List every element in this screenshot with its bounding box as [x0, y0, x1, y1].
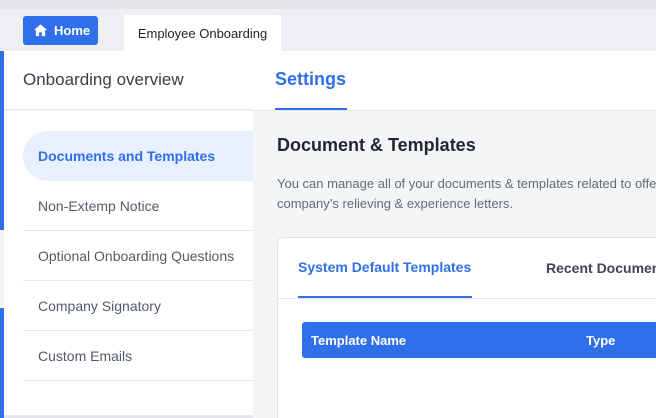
home-icon — [33, 23, 48, 38]
onboarding-overview-header: Onboarding overview — [4, 51, 253, 110]
page-title: Onboarding overview — [23, 70, 184, 89]
column-header-template-name[interactable]: Template Name — [311, 322, 406, 358]
sidebar-item-custom-emails[interactable]: Custom Emails — [23, 331, 253, 381]
section-description: You can manage all of your documents & t… — [277, 176, 656, 211]
home-button[interactable]: Home — [23, 16, 98, 45]
sidebar-item-label: Non-Extemp Notice — [38, 197, 160, 214]
tab-label: Recent Documents — [546, 260, 656, 276]
tab-divider — [278, 298, 656, 299]
sidebar-item-company-signatory[interactable]: Company Signatory — [23, 281, 253, 331]
top-bar-divider — [0, 0, 656, 9]
sidebar-item-label: Company Signatory — [38, 297, 161, 314]
tab-settings[interactable]: Settings — [275, 51, 348, 110]
settings-sidebar: Documents and Templates Non-Extemp Notic… — [4, 111, 253, 418]
sidebar-item-label: Custom Emails — [38, 347, 133, 364]
tab-settings-label: Settings — [275, 69, 347, 89]
tab-employee-onboarding-label: Employee Onboarding — [137, 25, 268, 41]
main-content: Document & Templates You can manage all … — [253, 111, 656, 418]
sidebar-item-documents-and-templates[interactable]: Documents and Templates — [23, 131, 253, 181]
top-tab-bar: Home Employee Onboarding — [0, 0, 656, 51]
column-header-type[interactable]: Type — [586, 322, 615, 358]
section-title: Document & Templates — [277, 135, 476, 155]
home-button-label: Home — [54, 23, 91, 38]
templates-card: System Default Templates Recent Document… — [277, 237, 656, 418]
sidebar-item-label: Optional Onboarding Questions — [38, 247, 235, 264]
tab-recent-documents[interactable]: Recent Documents — [546, 238, 656, 298]
sidebar-item-non-extemp-notice[interactable]: Non-Extemp Notice — [23, 181, 253, 231]
sidebar-item-label: Documents and Templates — [38, 148, 216, 164]
tab-employee-onboarding[interactable]: Employee Onboarding — [124, 15, 281, 51]
tab-system-default-templates[interactable]: System Default Templates — [298, 238, 473, 298]
sidebar-item-optional-onboarding-questions[interactable]: Optional Onboarding Questions — [23, 231, 253, 281]
tab-label: System Default Templates — [298, 259, 472, 275]
table-header: Template Name Type — [302, 322, 656, 358]
settings-header: Settings — [253, 51, 656, 111]
